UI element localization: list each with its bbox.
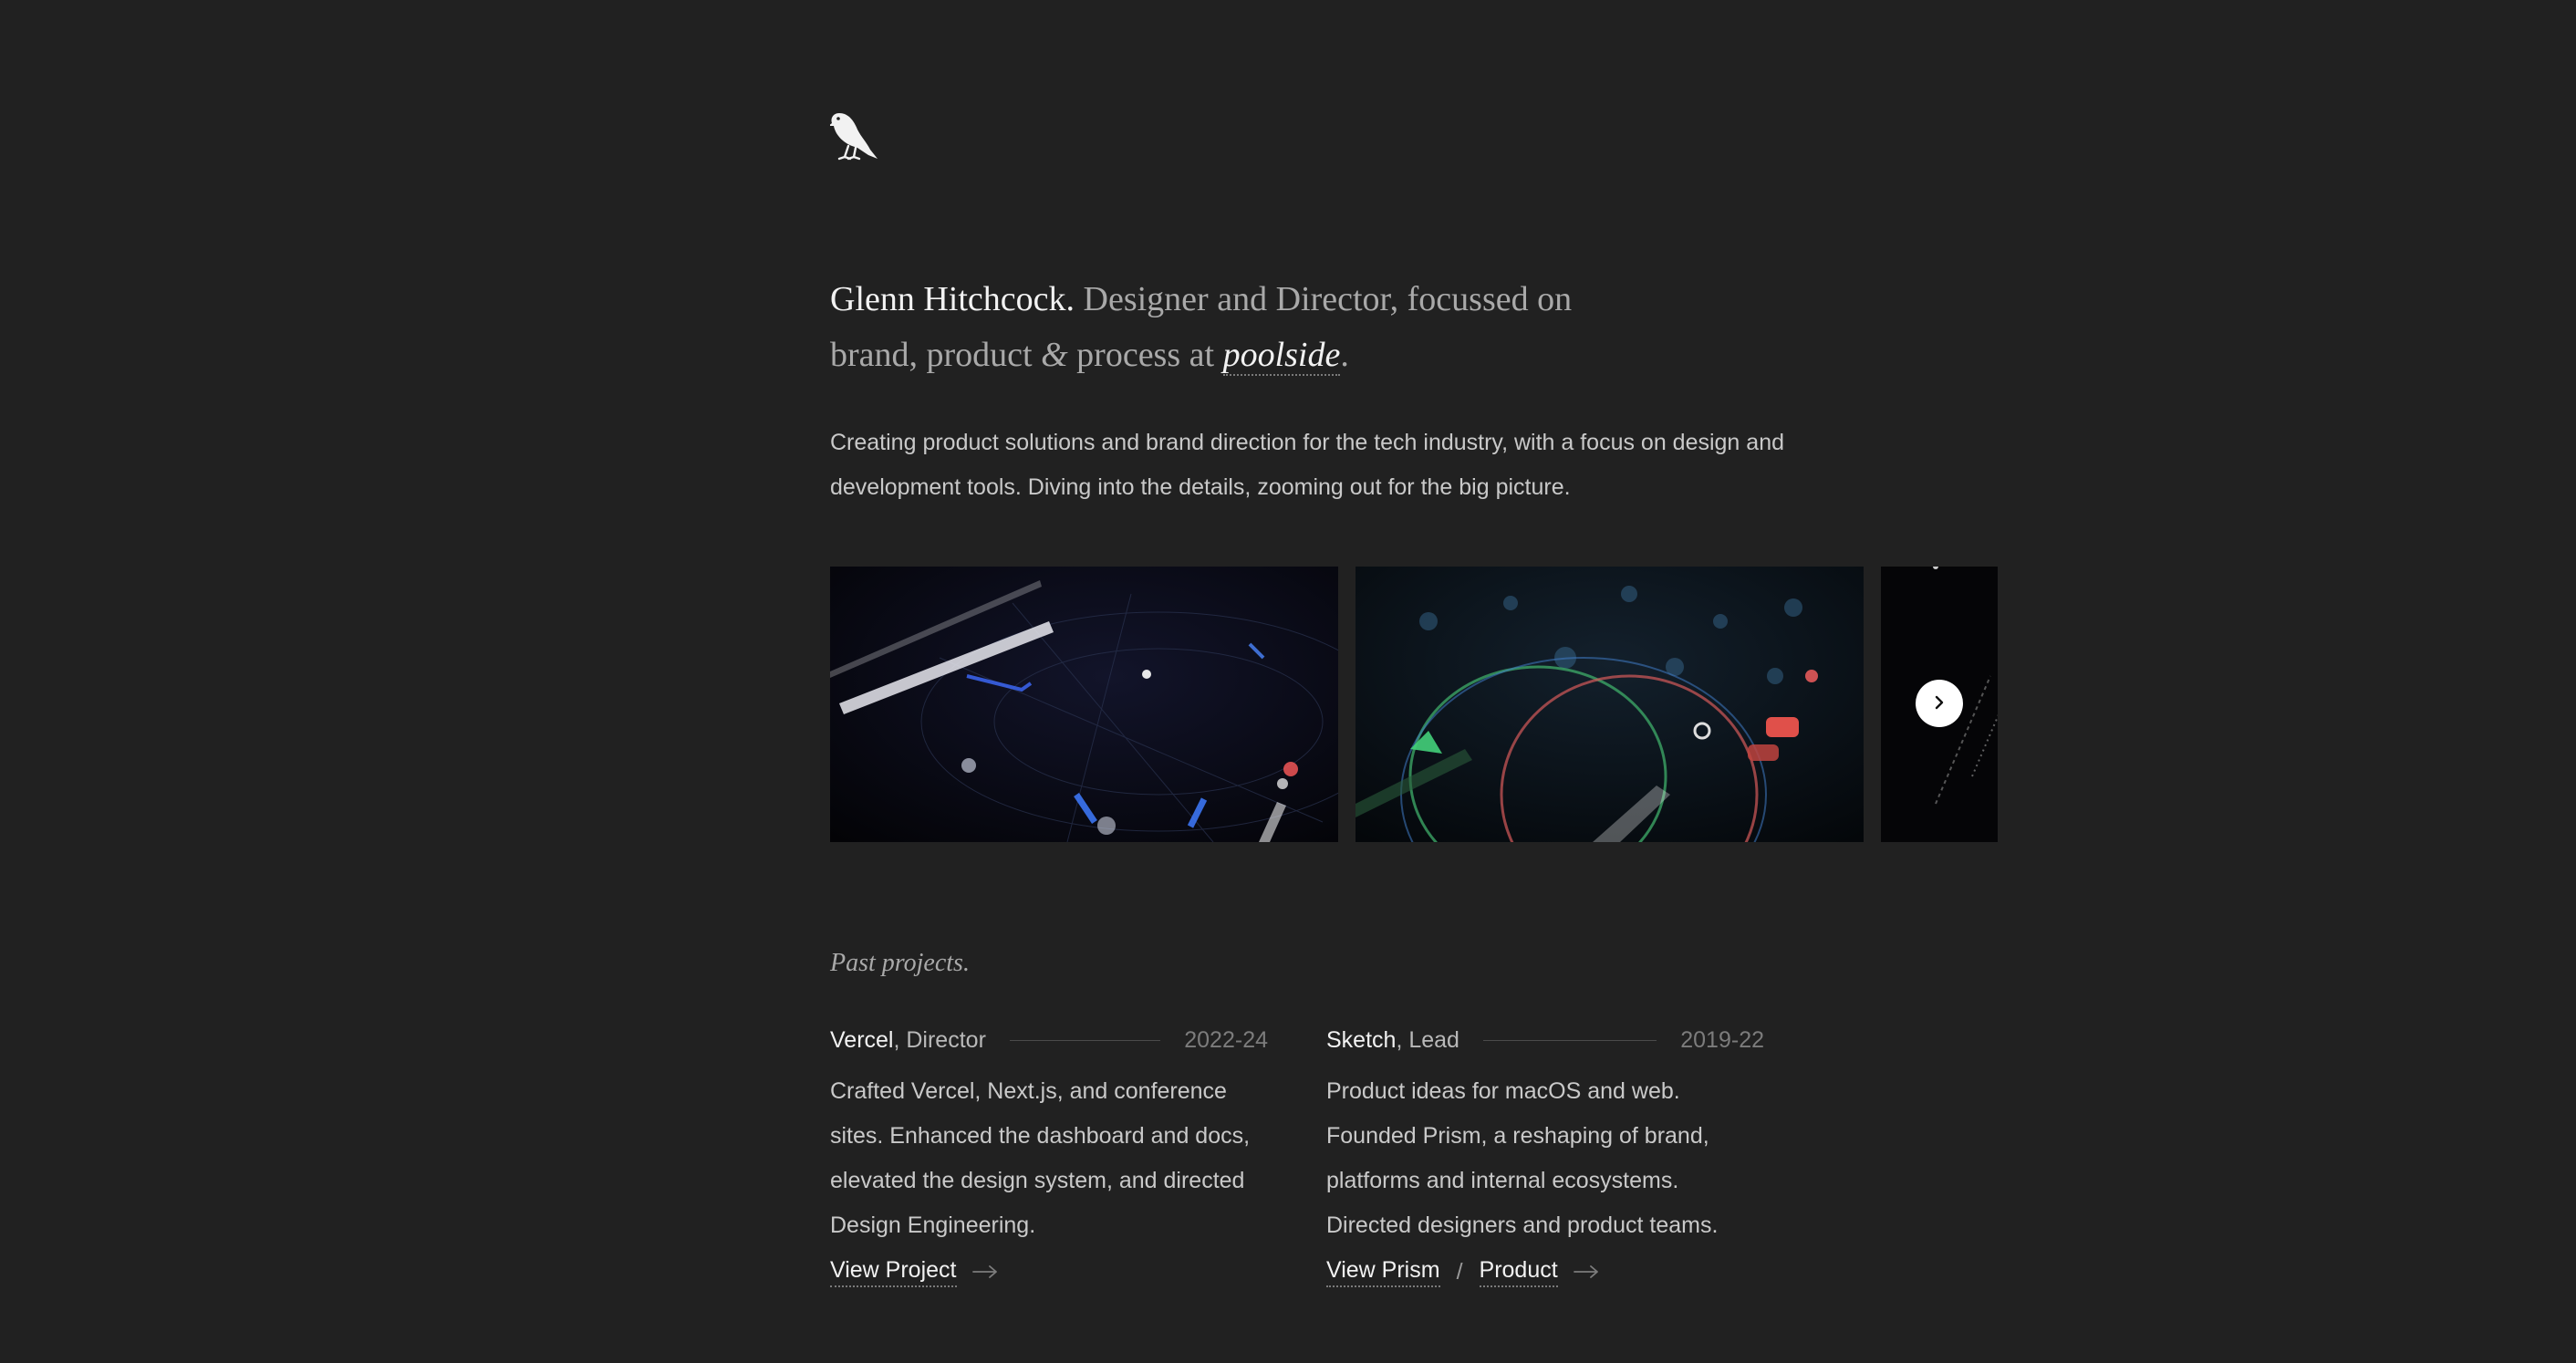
tagline-end: . <box>1340 336 1349 374</box>
project-carousel[interactable] <box>830 567 1998 842</box>
project-card-sketch: Sketch, Lead 2019-22 Product ideas for m… <box>1326 1022 1764 1287</box>
carousel-image-1[interactable] <box>830 567 1338 842</box>
link-separator: / <box>1456 1259 1463 1285</box>
view-prism-link[interactable]: View Prism <box>1326 1257 1440 1287</box>
poolside-link[interactable]: poolside <box>1222 336 1341 376</box>
section-title: Past projects. <box>830 949 970 977</box>
arrow-right-icon <box>1573 1259 1600 1285</box>
divider <box>1009 1039 1161 1041</box>
view-project-link[interactable]: View Project <box>830 1257 957 1287</box>
project-years: 2019-22 <box>1680 1026 1764 1053</box>
bird-logo-icon[interactable] <box>828 108 879 162</box>
product-link[interactable]: Product <box>1479 1257 1558 1287</box>
carousel-image-2[interactable] <box>1356 567 1864 842</box>
project-header: Vercel, Director 2022-24 <box>830 1022 1268 1058</box>
intro-paragraph: Creating product solutions and brand dir… <box>830 430 1784 500</box>
chevron-right-icon <box>1930 693 1948 714</box>
project-links: View Project <box>830 1257 1268 1287</box>
tagline-text-2: process at <box>1067 336 1223 374</box>
author-name: Glenn Hitchcock. <box>830 280 1075 318</box>
divider <box>1482 1039 1657 1041</box>
headline: Glenn Hitchcock. Designer and Director, … <box>830 272 1651 383</box>
ampersand: & <box>1041 336 1068 374</box>
project-company: Sketch <box>1326 1026 1397 1053</box>
project-role: , Director <box>893 1026 986 1053</box>
project-role: , Lead <box>1396 1026 1459 1053</box>
carousel-next-button[interactable] <box>1916 680 1963 727</box>
project-company: Vercel <box>830 1026 894 1053</box>
project-years: 2022-24 <box>1184 1026 1268 1053</box>
project-description: Crafted Vercel, Next.js, and conference … <box>830 1078 1251 1238</box>
project-header: Sketch, Lead 2019-22 <box>1326 1022 1764 1058</box>
project-description: Product ideas for macOS and web. Founded… <box>1326 1078 1719 1238</box>
project-card-vercel: Vercel, Director 2022-24 Crafted Vercel,… <box>830 1022 1268 1287</box>
arrow-right-icon <box>971 1259 999 1285</box>
project-links: View Prism / Product <box>1326 1257 1764 1287</box>
